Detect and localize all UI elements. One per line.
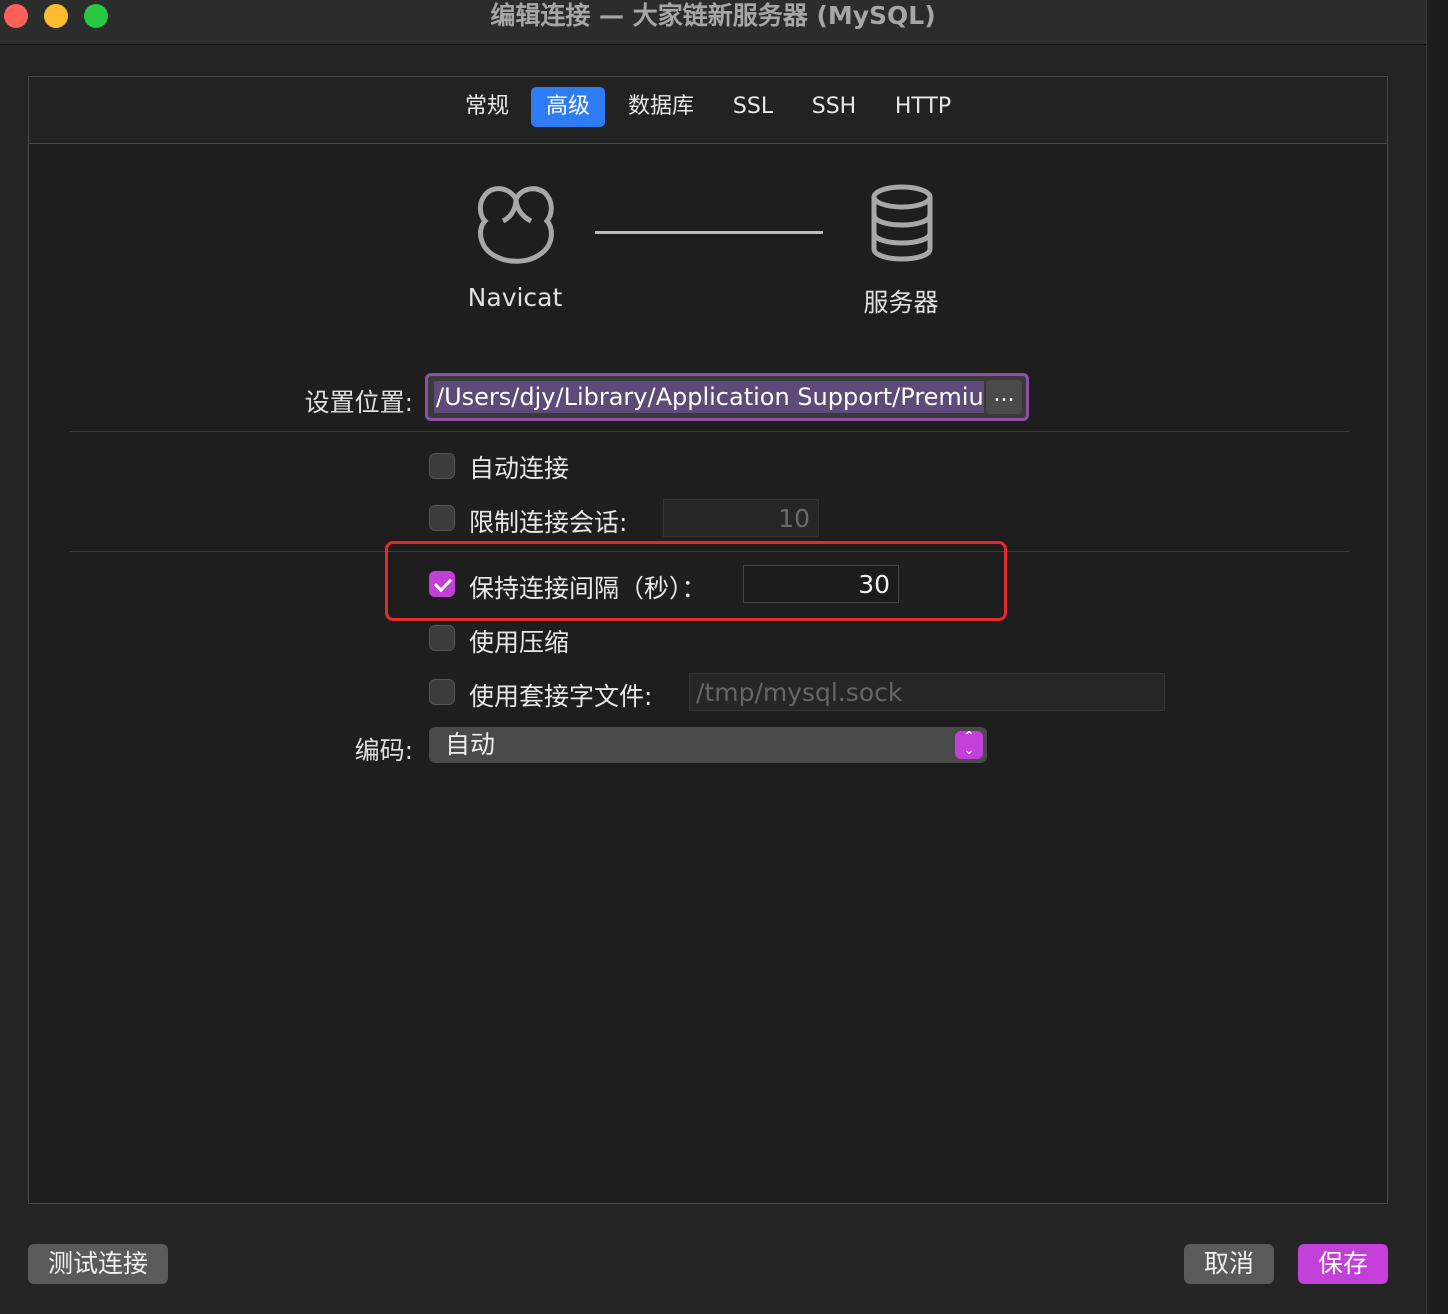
client-label: Navicat (467, 283, 563, 312)
encoding-value: 自动 (445, 730, 496, 759)
socket-file-input[interactable]: /tmp/mysql.sock (689, 673, 1165, 711)
chevron-updown-icon: ⌃ ⌄ (955, 730, 983, 759)
connection-line (595, 231, 823, 234)
highlight-box (385, 541, 1007, 621)
location-input[interactable]: /Users/djy/Library/Application Support/P… (434, 381, 984, 413)
location-field[interactable]: /Users/djy/Library/Application Support/P… (425, 373, 1029, 421)
location-label: 设置位置: (304, 388, 413, 417)
socket-file-label: 使用套接字文件: (469, 682, 653, 711)
tab-database[interactable]: 数据库 (619, 87, 703, 127)
cancel-button[interactable]: 取消 (1184, 1244, 1274, 1284)
edit-connection-window: 编辑连接 — 大家链新服务器 (MySQL) 常规 高级 数据库 SSL SSH… (0, 0, 1427, 1314)
tab-advanced[interactable]: 高级 (531, 87, 605, 127)
server-label: 服务器 (863, 288, 939, 317)
title-bar: 编辑连接 — 大家链新服务器 (MySQL) (0, 0, 1426, 45)
save-button[interactable]: 保存 (1298, 1244, 1388, 1284)
background-window-edge (1427, 0, 1448, 1314)
tab-ssh[interactable]: SSH (801, 87, 867, 127)
compression-label: 使用压缩 (469, 628, 570, 657)
compression-checkbox[interactable] (429, 625, 455, 651)
limit-sessions-input[interactable]: 10 (663, 499, 819, 537)
tab-ssl[interactable]: SSL (723, 87, 783, 127)
socket-file-checkbox[interactable] (429, 679, 455, 705)
tab-bar: 常规 高级 数据库 SSL SSH HTTP (29, 77, 1387, 144)
settings-panel: 常规 高级 数据库 SSL SSH HTTP Navicat 服务器 设置位置:… (28, 76, 1388, 1204)
limit-sessions-checkbox[interactable] (429, 505, 455, 531)
database-icon (871, 184, 933, 262)
encoding-select[interactable]: 自动 ⌃ ⌄ (429, 727, 987, 763)
encoding-label: 编码: (354, 736, 413, 765)
tab-http[interactable]: HTTP (885, 87, 961, 127)
tab-general[interactable]: 常规 (457, 87, 517, 127)
auto-connect-label: 自动连接 (469, 454, 570, 483)
navicat-icon (477, 186, 554, 264)
test-connection-button[interactable]: 测试连接 (28, 1244, 168, 1284)
limit-sessions-label: 限制连接会话: (469, 508, 628, 537)
divider (69, 431, 1349, 432)
browse-button[interactable]: ... (986, 380, 1022, 414)
auto-connect-checkbox[interactable] (429, 453, 455, 479)
window-title: 编辑连接 — 大家链新服务器 (MySQL) (490, 1, 936, 30)
